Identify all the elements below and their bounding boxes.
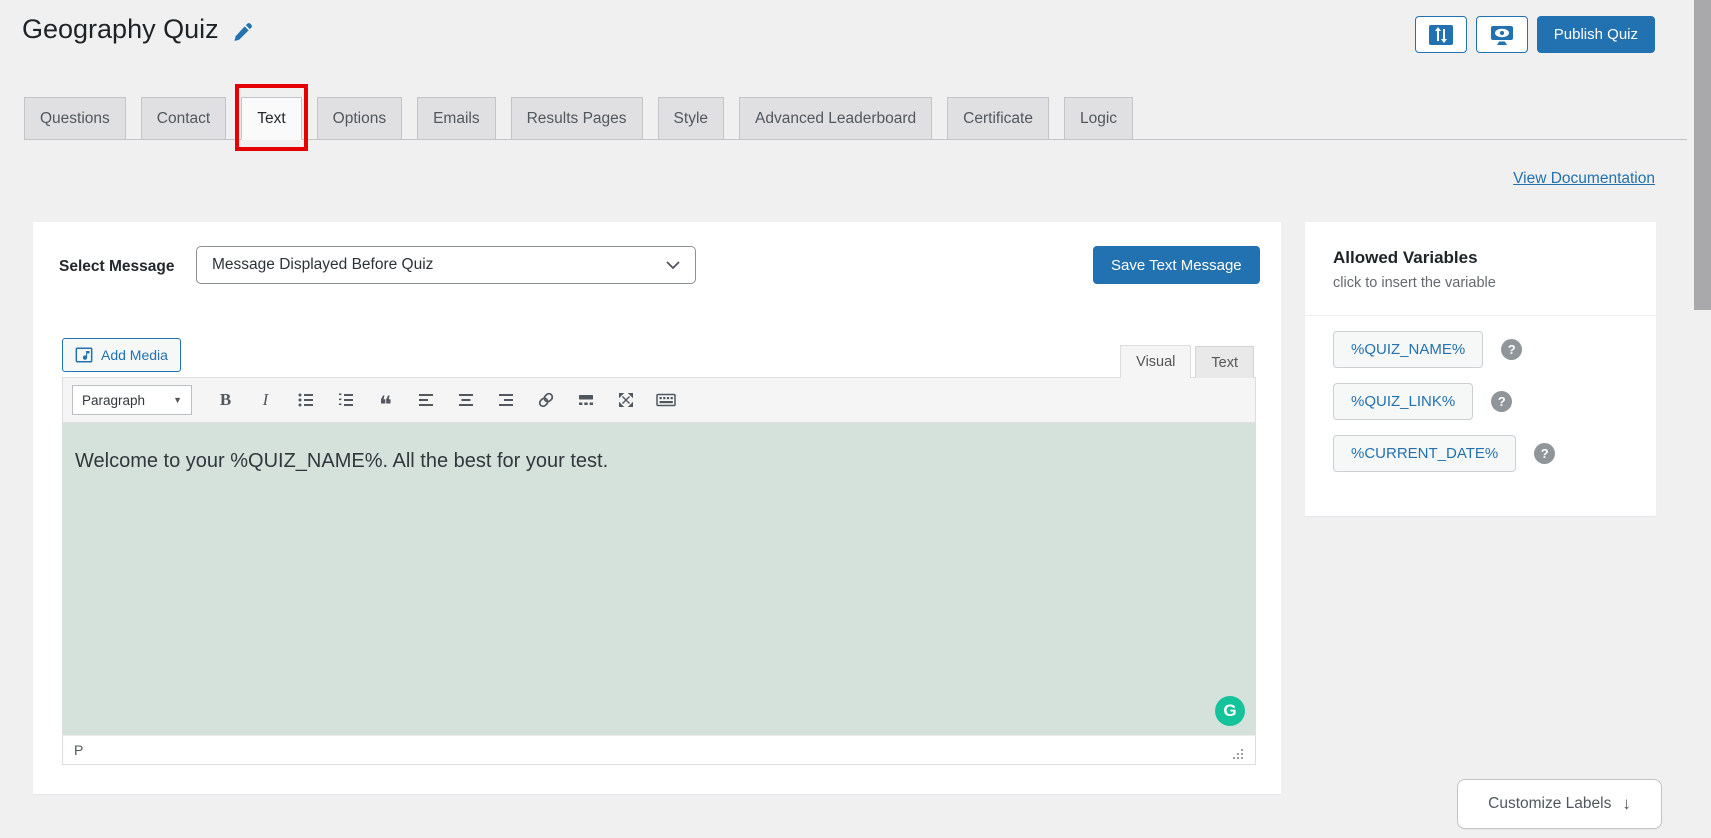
numbered-list-icon[interactable] [331,387,360,414]
publish-quiz-button[interactable]: Publish Quiz [1536,16,1655,53]
view-documentation-link[interactable]: View Documentation [1513,170,1655,188]
quiz-tab-bar: Questions Contact Text Options Emails Re… [24,84,1687,151]
italic-icon[interactable]: I [251,387,280,414]
link-icon[interactable] [531,387,560,414]
align-left-icon[interactable] [411,387,440,414]
quiz-settings-button[interactable] [1414,16,1467,53]
read-more-icon[interactable] [571,387,600,414]
customize-labels-button[interactable]: Customize Labels ↓ [1457,779,1662,829]
tab-text[interactable]: Text [235,84,308,151]
align-center-icon[interactable] [451,387,480,414]
tab-questions[interactable]: Questions [24,97,126,139]
bold-icon[interactable]: B [211,387,240,414]
page-scrollbar-thumb[interactable] [1694,0,1711,310]
editor-mode-tabs: Visual Text [1120,345,1254,378]
help-icon[interactable]: ? [1501,339,1523,360]
tab-logic[interactable]: Logic [1063,97,1134,139]
down-arrow-icon: ↓ [1622,794,1631,813]
editor-status-bar: P [62,735,1256,765]
variable-quiz-name-button[interactable]: %QUIZ_NAME% [1333,331,1484,368]
toolbar-toggle-icon[interactable] [651,387,680,414]
customize-labels-label: Customize Labels [1488,795,1612,812]
variable-row: %QUIZ_NAME% ? [1333,331,1628,368]
editor-toolbar: Paragraph ▼ B I ❝ [62,377,1256,423]
tab-options[interactable]: Options [316,97,403,139]
editor-visual-tab[interactable]: Visual [1120,345,1192,378]
tab-contact[interactable]: Contact [140,97,227,139]
preview-quiz-button[interactable] [1475,16,1528,53]
quiz-title-text: Geography Quiz [22,14,219,44]
add-media-button[interactable]: Add Media [62,338,181,372]
variable-row: %CURRENT_DATE% ? [1333,435,1628,472]
help-icon[interactable]: ? [1491,391,1513,412]
blockquote-icon[interactable]: ❝ [371,387,400,418]
divider [1305,315,1656,316]
tab-emails[interactable]: Emails [417,97,496,139]
tab-style[interactable]: Style [657,97,725,139]
grammarly-icon[interactable]: G [1215,696,1245,726]
editor-element-path: P [74,742,84,758]
preview-eye-icon [1490,25,1513,45]
variable-row: %QUIZ_LINK% ? [1333,383,1628,420]
text-message-panel: Select Message Message Displayed Before … [33,222,1281,794]
allowed-variables-panel: Allowed Variables click to insert the va… [1305,222,1656,516]
variable-quiz-link-button[interactable]: %QUIZ_LINK% [1333,383,1474,420]
message-select-dropdown[interactable]: Message Displayed Before Quiz [196,246,696,284]
align-right-icon[interactable] [491,387,520,414]
editor-text-tab[interactable]: Text [1195,346,1254,378]
media-icon [75,347,93,363]
save-text-message-button[interactable]: Save Text Message [1093,246,1260,284]
select-message-label: Select Message [59,258,175,275]
tab-text-label: Text [257,109,286,127]
bulleted-list-icon[interactable] [291,387,320,414]
chevron-down-icon [666,260,680,269]
allowed-variables-title: Allowed Variables [1333,248,1478,267]
editor-content-text: Welcome to your %QUIZ_NAME%. All the bes… [75,450,609,472]
wp-editor: Add Media Visual Text Paragraph ▼ B I ❝ … [62,335,1256,765]
page-title: Geography Quiz [22,14,254,45]
sliders-icon [1428,24,1453,45]
editor-content-area[interactable]: Welcome to your %QUIZ_NAME%. All the bes… [62,423,1256,735]
edit-title-pencil-icon[interactable] [232,21,254,43]
tab-advanced-leaderboard[interactable]: Advanced Leaderboard [739,97,933,139]
paragraph-format-select[interactable]: Paragraph ▼ [72,385,192,415]
caret-down-icon: ▼ [173,395,182,405]
add-media-label: Add Media [101,347,168,363]
message-select-value: Message Displayed Before Quiz [212,256,434,273]
resize-handle-icon[interactable] [1232,748,1244,760]
tab-certificate[interactable]: Certificate [947,97,1049,139]
variable-current-date-button[interactable]: %CURRENT_DATE% [1333,435,1517,472]
help-icon[interactable]: ? [1534,443,1556,464]
allowed-variables-subtitle: click to insert the variable [1333,275,1496,291]
header-actions: Publish Quiz [1414,16,1655,53]
tab-results-pages[interactable]: Results Pages [510,97,643,139]
paragraph-format-value: Paragraph [82,392,146,408]
fullscreen-icon[interactable] [611,387,640,414]
